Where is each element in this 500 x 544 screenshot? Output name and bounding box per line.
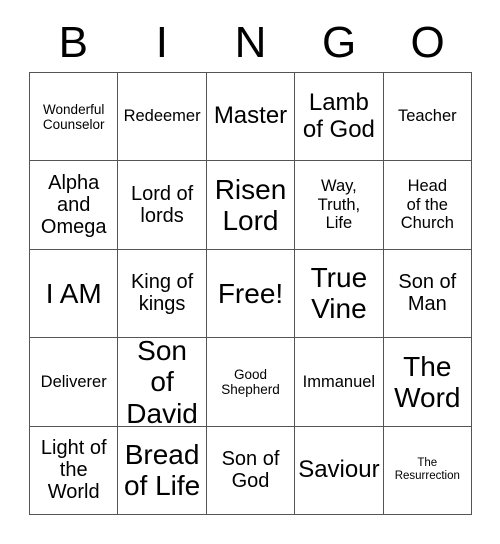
bingo-cell-g5[interactable]: Saviour: [295, 426, 384, 515]
bingo-cell-label: The Word: [394, 350, 461, 413]
bingo-cell-b1[interactable]: Wonderful Counselor: [30, 73, 119, 162]
bingo-cell-g2[interactable]: Way, Truth, Life: [295, 161, 384, 250]
bingo-cell-o2[interactable]: Head of the Church: [383, 161, 472, 250]
bingo-cell-label: Good Shepherd: [221, 366, 280, 397]
bingo-cell-n2[interactable]: Risen Lord: [206, 161, 296, 250]
bingo-cell-g3[interactable]: True Vine: [295, 249, 384, 339]
bingo-cell-b5[interactable]: Light of the World: [30, 426, 119, 515]
bingo-cell-o1[interactable]: Teacher: [383, 73, 472, 162]
bingo-cell-label: Alpha and Omega: [40, 171, 107, 239]
bingo-cell-o3[interactable]: Son of Man: [383, 249, 472, 339]
header-letter-i: I: [155, 18, 168, 67]
bingo-cell-label: Son of David: [126, 338, 198, 427]
bingo-cell-n1[interactable]: Master: [206, 73, 296, 162]
bingo-header: B I N G O: [29, 14, 472, 72]
bingo-card: B I N G O Wonderful Counselor Redeemer M…: [0, 0, 500, 544]
bingo-cell-label: Lamb of God: [302, 88, 375, 143]
bingo-cell-free-space[interactable]: Free!: [206, 249, 296, 339]
bingo-cell-i1[interactable]: Redeemer: [118, 73, 207, 162]
bingo-cell-label: Redeemer: [123, 107, 201, 126]
bingo-cell-i3[interactable]: King of kings: [118, 249, 207, 339]
header-letter-n: N: [234, 18, 267, 67]
bingo-cell-label: Teacher: [397, 107, 457, 126]
bingo-cell-b3[interactable]: I AM: [30, 249, 119, 339]
bingo-cell-label: Master: [213, 102, 288, 130]
bingo-cell-label: Deliverer: [40, 372, 107, 391]
bingo-cell-label: Head of the Church: [400, 177, 454, 233]
bingo-cell-i2[interactable]: Lord of lords: [118, 161, 207, 250]
bingo-cell-o4[interactable]: The Word: [383, 338, 472, 427]
bingo-cell-label: Saviour: [298, 455, 380, 483]
bingo-cell-label: Lord of lords: [130, 182, 194, 228]
bingo-cell-g1[interactable]: Lamb of God: [295, 73, 384, 162]
bingo-cell-g4[interactable]: Immanuel: [295, 338, 384, 427]
bingo-cell-label: Light of the World: [40, 436, 107, 504]
bingo-cell-label: I AM: [45, 277, 102, 309]
bingo-cell-label: Immanuel: [302, 372, 376, 391]
bingo-cell-b2[interactable]: Alpha and Omega: [30, 161, 119, 250]
bingo-cell-label: Bread of Life: [123, 438, 201, 502]
bingo-cell-i5[interactable]: Bread of Life: [118, 426, 207, 515]
bingo-cell-o5[interactable]: The Resurrection: [383, 426, 472, 515]
bingo-cell-n4[interactable]: Good Shepherd: [206, 338, 296, 427]
header-letter-b: B: [58, 18, 88, 67]
header-letter-g: G: [321, 18, 357, 67]
header-letter-o: O: [410, 18, 445, 67]
bingo-cell-label: Free!: [217, 277, 284, 309]
bingo-cell-label: King of kings: [130, 271, 194, 316]
bingo-cell-label: True Vine: [310, 262, 368, 325]
bingo-cell-i4[interactable]: Son of David: [118, 338, 207, 427]
bingo-cell-label: Son of Man: [398, 271, 457, 316]
bingo-cell-label: Way, Truth, Life: [317, 177, 361, 233]
bingo-cell-n5[interactable]: Son of God: [206, 426, 296, 515]
bingo-cell-label: The Resurrection: [394, 457, 460, 483]
bingo-cell-label: Risen Lord: [214, 173, 287, 237]
bingo-cell-b4[interactable]: Deliverer: [30, 338, 119, 427]
bingo-grid: Wonderful Counselor Redeemer Master Lamb…: [29, 72, 472, 515]
bingo-cell-label: Son of God: [221, 447, 280, 493]
bingo-cell-label: Wonderful Counselor: [42, 101, 105, 132]
